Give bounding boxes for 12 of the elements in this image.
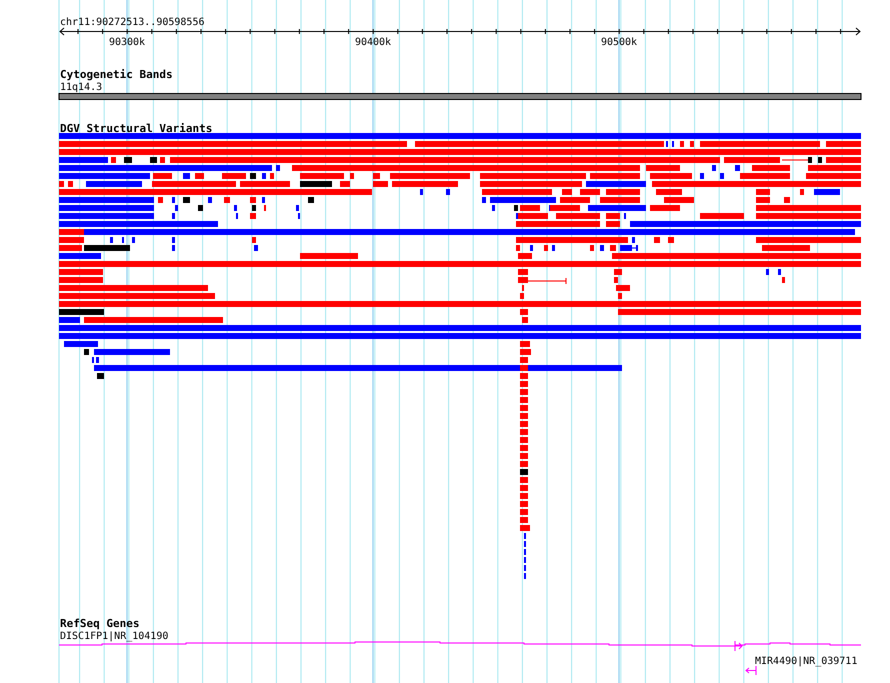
track-title: DGV Structural Variants (60, 122, 212, 135)
band-label: 11q14.3 (60, 82, 102, 93)
gene-label: MIR4490|NR_039711 (755, 656, 858, 667)
ruler-tick-label: 90300k (108, 37, 146, 48)
strand-arrow-icon (734, 640, 743, 652)
strand-arrow-icon (745, 666, 756, 676)
ruler-tick-label: 90500k (600, 37, 638, 48)
track-title: Cytogenetic Bands (60, 68, 173, 81)
gene-label: DISC1FP1|NR_104190 (60, 631, 168, 642)
ruler-tick-label: 90400k (354, 37, 392, 48)
ruler-label: chr11:90272513..90598556 (60, 17, 204, 28)
track-title: RefSeq Genes (60, 617, 140, 630)
